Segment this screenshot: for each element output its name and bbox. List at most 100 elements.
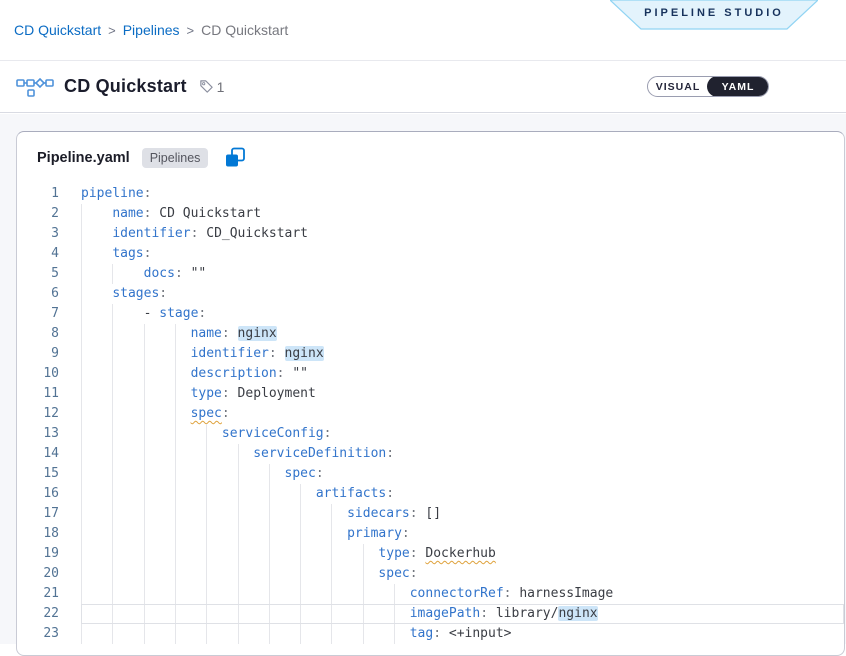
code-text: description: "" [81, 366, 308, 381]
indent-guide [81, 424, 82, 444]
code-line[interactable]: identifier: CD_Quickstart [81, 224, 844, 244]
indent-guide [269, 544, 270, 564]
file-name: Pipeline.yaml [37, 150, 130, 166]
code-line[interactable]: type: Deployment [81, 384, 844, 404]
code-text: name: CD Quickstart [81, 206, 261, 221]
indent-guide [144, 524, 145, 544]
indent-guide [206, 584, 207, 604]
code-text: spec: [81, 466, 324, 481]
indent-guide [206, 464, 207, 484]
indent-guide [112, 544, 113, 564]
indent-guide [144, 484, 145, 504]
code-line[interactable]: serviceConfig: [81, 424, 844, 444]
code-line[interactable]: serviceDefinition: [81, 444, 844, 464]
code-line[interactable]: spec: [81, 564, 844, 584]
indent-guide [175, 464, 176, 484]
indent-guide [81, 304, 82, 324]
code-line[interactable]: - stage: [81, 304, 844, 324]
code-line[interactable]: docs: "" [81, 264, 844, 284]
gutter: 1234567891011121314151617181920212223 [17, 184, 81, 644]
yaml-editor-card: Pipeline.yaml Pipelines 1234567891011121… [16, 131, 845, 656]
indent-guide [144, 584, 145, 604]
code-line[interactable]: identifier: nginx [81, 344, 844, 364]
indent-guide [394, 604, 395, 624]
indent-guide [144, 424, 145, 444]
code-line[interactable]: name: CD Quickstart [81, 204, 844, 224]
indent-guide [81, 264, 82, 284]
indent-guide [238, 584, 239, 604]
line-number: 12 [17, 404, 81, 424]
line-number: 21 [17, 584, 81, 604]
indent-guide [331, 504, 332, 524]
indent-guide [112, 584, 113, 604]
indent-guide [206, 424, 207, 444]
code-line[interactable]: name: nginx [81, 324, 844, 344]
code-line[interactable]: tags: [81, 244, 844, 264]
line-number: 18 [17, 524, 81, 544]
indent-guide [269, 524, 270, 544]
indent-guide [81, 584, 82, 604]
indent-guide [331, 564, 332, 584]
indent-guide [112, 324, 113, 344]
indent-guide [175, 604, 176, 624]
code-text: name: nginx [81, 326, 277, 341]
code-text: spec: [81, 566, 418, 581]
code-text: connectorRef: harnessImage [81, 586, 613, 601]
studio-tab-label: PIPELINE STUDIO [610, 0, 818, 26]
code-line[interactable]: sidecars: [] [81, 504, 844, 524]
indent-guide [112, 264, 113, 284]
breadcrumb-current: CD Quickstart [201, 22, 288, 38]
breadcrumb-link-pipelines[interactable]: Pipelines [123, 22, 180, 38]
indent-guide [300, 584, 301, 604]
code-line[interactable]: type: Dockerhub [81, 544, 844, 564]
line-number: 3 [17, 224, 81, 244]
line-number: 19 [17, 544, 81, 564]
code-text: tags: [81, 246, 151, 261]
code-lines[interactable]: pipeline: name: CD Quickstart identifier… [81, 184, 844, 644]
yaml-card-header: Pipeline.yaml Pipelines [17, 132, 844, 170]
code-line[interactable]: description: "" [81, 364, 844, 384]
line-number: 13 [17, 424, 81, 444]
breadcrumb-link-cd-quickstart[interactable]: CD Quickstart [14, 22, 101, 38]
indent-guide [144, 444, 145, 464]
indent-guide [81, 604, 82, 624]
code-line[interactable]: primary: [81, 524, 844, 544]
indent-guide [300, 604, 301, 624]
indent-guide [81, 344, 82, 364]
code-line[interactable]: spec: [81, 404, 844, 424]
page-title: CD Quickstart [64, 76, 187, 97]
indent-guide [175, 504, 176, 524]
indent-guide [300, 524, 301, 544]
indent-guide [112, 344, 113, 364]
indent-guide [175, 444, 176, 464]
pipeline-studio-tab[interactable]: PIPELINE STUDIO [610, 0, 818, 30]
indent-guide [394, 584, 395, 604]
yaml-editor: 1234567891011121314151617181920212223 pi… [17, 184, 844, 644]
indent-guide [144, 324, 145, 344]
toggle-yaml-button[interactable]: YAML [707, 76, 769, 97]
tag-count-value: 1 [217, 79, 225, 95]
copy-button[interactable] [224, 147, 246, 169]
code-line[interactable]: stages: [81, 284, 844, 304]
code-line[interactable]: spec: [81, 464, 844, 484]
line-number: 22 [17, 604, 81, 624]
code-line[interactable]: pipeline: [81, 184, 844, 204]
indent-guide [144, 504, 145, 524]
code-text: tag: <+input> [81, 626, 512, 641]
code-text: imagePath: library/nginx [81, 606, 598, 621]
indent-guide [363, 544, 364, 564]
code-line[interactable]: connectorRef: harnessImage [81, 584, 844, 604]
code-line[interactable]: imagePath: library/nginx [81, 604, 844, 624]
indent-guide [81, 204, 82, 224]
toggle-visual-button[interactable]: VISUAL [648, 77, 708, 96]
indent-guide [144, 384, 145, 404]
indent-guide [206, 624, 207, 644]
page-content: Pipeline.yaml Pipelines 1234567891011121… [0, 114, 846, 644]
code-line[interactable]: tag: <+input> [81, 624, 844, 644]
indent-guide [206, 564, 207, 584]
code-line[interactable]: artifacts: [81, 484, 844, 504]
indent-guide [112, 504, 113, 524]
indent-guide [81, 444, 82, 464]
indent-guide [238, 544, 239, 564]
indent-guide [363, 584, 364, 604]
